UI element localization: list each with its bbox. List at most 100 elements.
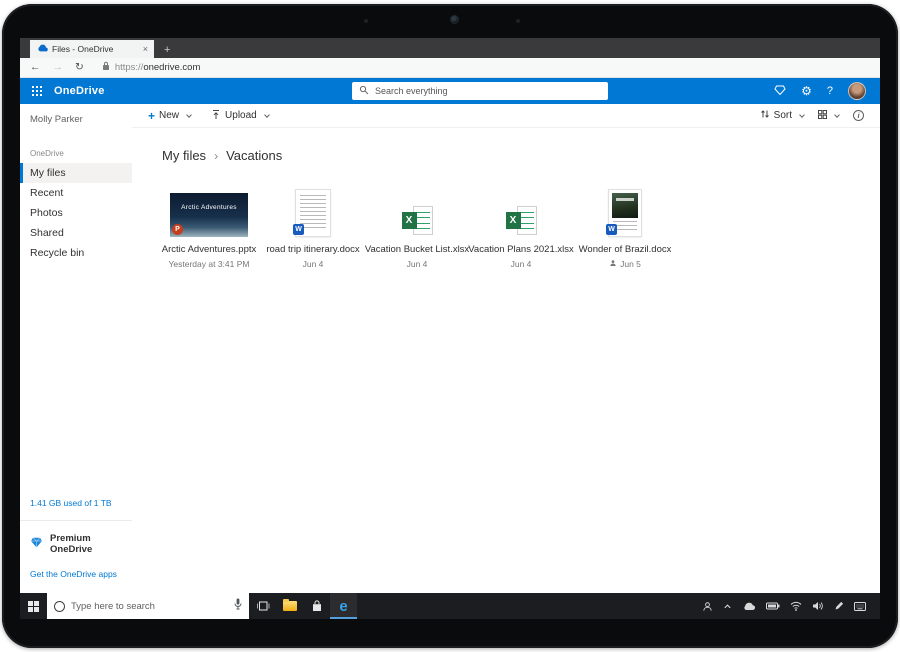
edge-browser-button[interactable]: e	[330, 593, 357, 619]
url-field[interactable]: https://onedrive.com	[102, 61, 201, 74]
show-hidden-icons-chevron[interactable]	[723, 602, 732, 611]
diamond-icon	[30, 537, 43, 551]
new-button[interactable]: + New	[148, 110, 191, 122]
docx-thumbnail: W	[608, 189, 642, 237]
search-icon	[359, 82, 369, 100]
storage-usage-link[interactable]: 1.41 GB used of 1 TB	[20, 492, 132, 521]
back-button[interactable]: ←	[30, 62, 41, 73]
sort-button[interactable]: Sort	[760, 109, 804, 122]
word-icon: W	[293, 224, 304, 235]
file-date: Jun 4	[303, 259, 324, 269]
cortana-icon	[54, 601, 65, 612]
network-wifi-icon[interactable]	[790, 601, 802, 611]
view-layout-button[interactable]	[818, 110, 839, 122]
browser-tab[interactable]: Files - OneDrive ×	[30, 40, 154, 58]
premium-label: Premium OneDrive	[50, 533, 122, 555]
file-name: Arctic Adventures.pptx	[162, 244, 257, 255]
breadcrumb: My files › Vacations	[162, 148, 880, 163]
powerpoint-icon: P	[172, 224, 183, 235]
volume-icon[interactable]	[812, 601, 824, 611]
pen-icon[interactable]	[834, 601, 844, 611]
sidebar-item-my-files[interactable]: My files	[20, 163, 132, 183]
onedrive-cloud-icon[interactable]	[742, 601, 756, 611]
excel-icon: X	[506, 206, 537, 235]
search-box[interactable]	[352, 82, 608, 100]
file-explorer-button[interactable]	[276, 593, 303, 619]
search-input[interactable]	[375, 86, 601, 96]
microsoft-store-button[interactable]	[303, 593, 330, 619]
sidebar-item-recent[interactable]: Recent	[20, 183, 132, 203]
upload-button[interactable]: Upload	[211, 109, 269, 123]
forward-button[interactable]: →	[53, 62, 64, 73]
breadcrumb-vacations: Vacations	[226, 148, 282, 163]
task-view-button[interactable]	[249, 593, 276, 619]
touch-keyboard-icon[interactable]	[854, 602, 866, 611]
file-name: road trip itinerary.docx	[266, 244, 359, 255]
sensor-dot	[364, 19, 368, 23]
content-area: + New Upload	[132, 104, 880, 593]
user-name: Molly Parker	[20, 110, 132, 129]
details-info-button[interactable]: i	[853, 110, 864, 121]
front-camera	[450, 15, 459, 24]
onedrive-favicon-icon	[36, 44, 48, 54]
chevron-down-icon	[834, 112, 840, 118]
browser-tab-bar: Files - OneDrive × +	[20, 38, 880, 58]
sidebar: Molly Parker OneDrive My files Recent Ph…	[20, 104, 132, 593]
new-button-label: New	[159, 110, 179, 121]
sidebar-item-photos[interactable]: Photos	[20, 203, 132, 223]
windows-taskbar: e	[20, 593, 880, 619]
chevron-down-icon	[799, 112, 805, 118]
refresh-button[interactable]: ↻	[75, 62, 84, 73]
thumbnail-title: Arctic Adventures	[170, 204, 248, 211]
microphone-icon[interactable]	[234, 597, 242, 615]
get-apps-link[interactable]: Get the OneDrive apps	[20, 565, 132, 593]
taskbar-search-box[interactable]	[47, 593, 249, 619]
tab-close-icon[interactable]: ×	[143, 44, 148, 54]
breadcrumb-my-files[interactable]: My files	[162, 148, 206, 163]
pptx-thumbnail: Arctic Adventures P	[170, 193, 248, 237]
file-tile-vacation-plans-2021[interactable]: X Vacation Plans 2021.xlsx Jun 4	[472, 183, 570, 269]
chevron-down-icon	[264, 112, 270, 118]
sidebar-item-shared[interactable]: Shared	[20, 223, 132, 243]
browser-address-bar: ← → ↻ https://onedrive.com	[20, 58, 880, 78]
chevron-down-icon	[186, 112, 192, 118]
screen: Files - OneDrive × + ← → ↻ https://onedr…	[20, 38, 880, 619]
file-tile-road-trip-itinerary[interactable]: W road trip itinerary.docx Jun 4	[264, 183, 362, 269]
new-tab-button[interactable]: +	[164, 45, 170, 56]
file-date: Jun 4	[407, 259, 428, 269]
premium-diamond-icon[interactable]	[774, 85, 786, 98]
file-tile-arctic-adventures[interactable]: Arctic Adventures P Arctic Adventures.pp…	[160, 183, 258, 269]
sort-button-label: Sort	[774, 110, 792, 121]
file-grid: Arctic Adventures P Arctic Adventures.pp…	[160, 183, 880, 269]
app-title: OneDrive	[54, 85, 105, 97]
battery-icon[interactable]	[766, 602, 780, 610]
onedrive-header: OneDrive ⚙ ?	[20, 78, 880, 104]
taskbar-search-input[interactable]	[71, 601, 228, 612]
lock-icon	[102, 61, 110, 74]
tab-title: Files - OneDrive	[52, 44, 139, 54]
url-scheme: https://	[115, 62, 144, 73]
grid-view-icon	[818, 110, 827, 122]
sidebar-section-label: OneDrive	[20, 149, 132, 163]
app-launcher-icon[interactable]	[32, 86, 42, 96]
account-avatar[interactable]	[848, 82, 866, 100]
command-bar: + New Upload	[132, 104, 880, 128]
premium-onedrive-banner[interactable]: Premium OneDrive	[20, 521, 132, 565]
file-tile-wonder-of-brazil[interactable]: W Wonder of Brazil.docx Jun 5	[576, 183, 674, 269]
file-name: Vacation Bucket List.xlsx	[365, 244, 469, 255]
sidebar-item-recycle-bin[interactable]: Recycle bin	[20, 243, 132, 263]
start-button[interactable]	[20, 593, 47, 619]
file-tile-vacation-bucket-list[interactable]: X Vacation Bucket List.xlsx Jun 4	[368, 183, 466, 269]
folder-icon	[283, 601, 297, 611]
excel-icon: X	[402, 206, 433, 235]
file-date: Jun 5	[620, 259, 641, 269]
people-icon[interactable]	[702, 601, 713, 612]
help-icon[interactable]: ?	[827, 86, 833, 97]
breadcrumb-chevron-icon: ›	[214, 149, 218, 163]
sensor-dot	[516, 19, 520, 23]
tablet-device-frame: Files - OneDrive × + ← → ↻ https://onedr…	[2, 4, 898, 648]
plus-icon: +	[148, 110, 155, 122]
upload-icon	[211, 109, 221, 123]
settings-gear-icon[interactable]: ⚙	[801, 85, 812, 97]
upload-button-label: Upload	[225, 110, 257, 121]
